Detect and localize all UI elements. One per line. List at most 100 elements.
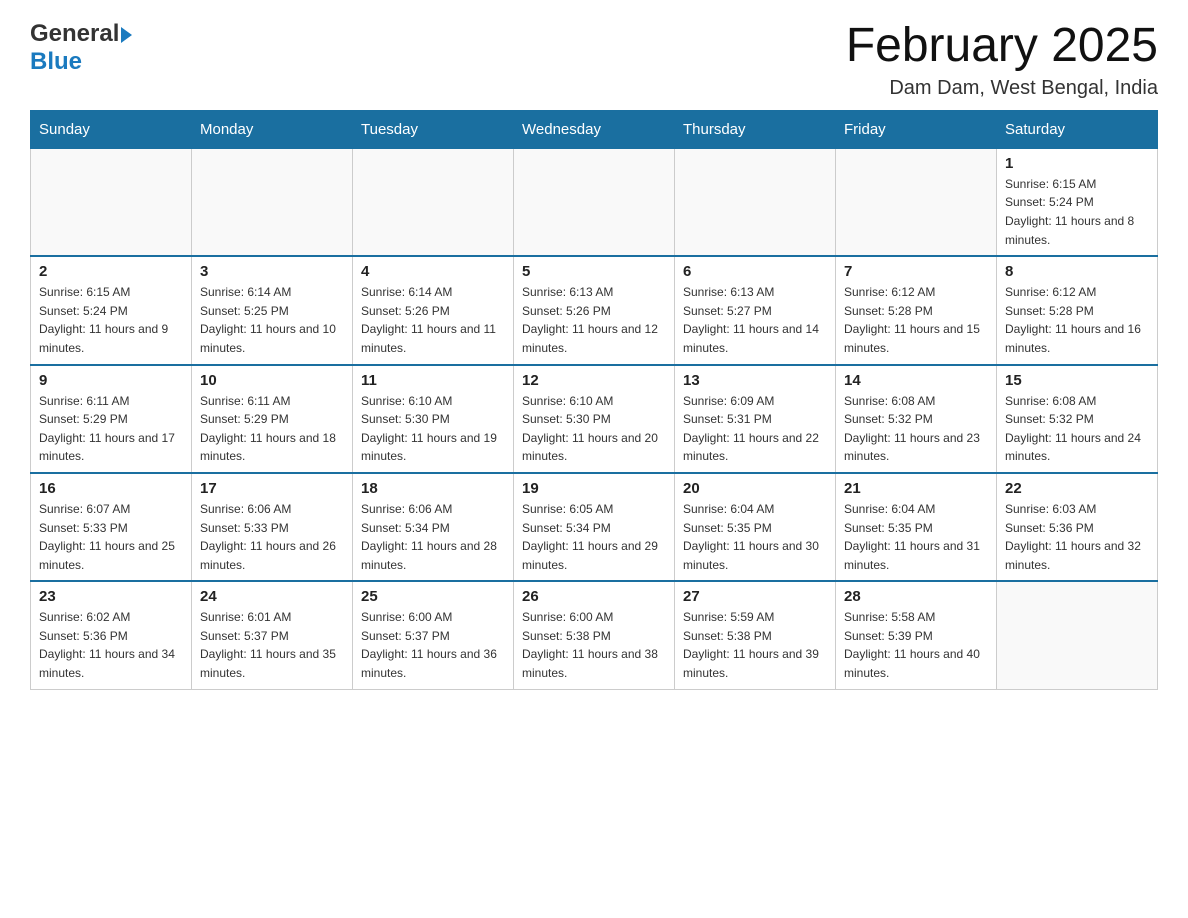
day-number: 2 <box>39 263 183 280</box>
calendar-table: Sunday Monday Tuesday Wednesday Thursday… <box>30 110 1158 690</box>
table-cell: 2 Sunrise: 6:15 AMSunset: 5:24 PMDaylight… <box>31 256 192 364</box>
title-area: February 2025 Dam Dam, West Bengal, Indi… <box>846 20 1158 100</box>
day-info: Sunrise: 6:04 AMSunset: 5:35 PMDaylight:… <box>844 500 988 574</box>
day-number: 12 <box>522 372 666 389</box>
table-cell <box>353 148 514 256</box>
table-cell: 19 Sunrise: 6:05 AMSunset: 5:34 PMDayligh… <box>514 473 675 581</box>
day-number: 27 <box>683 588 827 605</box>
header-saturday: Saturday <box>997 110 1158 148</box>
table-cell: 24 Sunrise: 6:01 AMSunset: 5:37 PMDayligh… <box>192 581 353 689</box>
day-info: Sunrise: 6:15 AMSunset: 5:24 PMDaylight:… <box>1005 175 1149 249</box>
day-info: Sunrise: 6:07 AMSunset: 5:33 PMDaylight:… <box>39 500 183 574</box>
day-info: Sunrise: 6:01 AMSunset: 5:37 PMDaylight:… <box>200 608 344 682</box>
day-info: Sunrise: 6:14 AMSunset: 5:25 PMDaylight:… <box>200 283 344 357</box>
day-number: 24 <box>200 588 344 605</box>
table-cell: 11 Sunrise: 6:10 AMSunset: 5:30 PMDayligh… <box>353 365 514 473</box>
header-thursday: Thursday <box>675 110 836 148</box>
table-cell <box>675 148 836 256</box>
logo-general-text: General <box>30 20 119 48</box>
day-info: Sunrise: 6:13 AMSunset: 5:26 PMDaylight:… <box>522 283 666 357</box>
day-number: 13 <box>683 372 827 389</box>
table-cell: 23 Sunrise: 6:02 AMSunset: 5:36 PMDayligh… <box>31 581 192 689</box>
table-cell: 22Sunrise: 6:03 AMSunset: 5:36 PMDayligh… <box>997 473 1158 581</box>
table-cell: 15 Sunrise: 6:08 AMSunset: 5:32 PMDayligh… <box>997 365 1158 473</box>
day-number: 8 <box>1005 263 1149 280</box>
week-row-5: 23 Sunrise: 6:02 AMSunset: 5:36 PMDayligh… <box>31 581 1158 689</box>
table-cell: 14Sunrise: 6:08 AMSunset: 5:32 PMDayligh… <box>836 365 997 473</box>
day-number: 19 <box>522 480 666 497</box>
table-cell <box>997 581 1158 689</box>
day-number: 9 <box>39 372 183 389</box>
header-tuesday: Tuesday <box>353 110 514 148</box>
table-cell: 1Sunrise: 6:15 AMSunset: 5:24 PMDaylight… <box>997 148 1158 256</box>
day-info: Sunrise: 6:06 AMSunset: 5:34 PMDaylight:… <box>361 500 505 574</box>
day-number: 10 <box>200 372 344 389</box>
day-number: 16 <box>39 480 183 497</box>
day-number: 4 <box>361 263 505 280</box>
day-info: Sunrise: 6:00 AMSunset: 5:38 PMDaylight:… <box>522 608 666 682</box>
day-info: Sunrise: 6:11 AMSunset: 5:29 PMDaylight:… <box>200 392 344 466</box>
day-info: Sunrise: 6:15 AMSunset: 5:24 PMDaylight:… <box>39 283 183 357</box>
day-info: Sunrise: 6:04 AMSunset: 5:35 PMDaylight:… <box>683 500 827 574</box>
day-number: 26 <box>522 588 666 605</box>
day-info: Sunrise: 6:11 AMSunset: 5:29 PMDaylight:… <box>39 392 183 466</box>
table-cell <box>514 148 675 256</box>
weekday-header-row: Sunday Monday Tuesday Wednesday Thursday… <box>31 110 1158 148</box>
day-info: Sunrise: 6:12 AMSunset: 5:28 PMDaylight:… <box>1005 283 1149 357</box>
week-row-1: 1Sunrise: 6:15 AMSunset: 5:24 PMDaylight… <box>31 148 1158 256</box>
week-row-2: 2 Sunrise: 6:15 AMSunset: 5:24 PMDaylight… <box>31 256 1158 364</box>
day-info: Sunrise: 6:10 AMSunset: 5:30 PMDaylight:… <box>522 392 666 466</box>
table-cell: 28 Sunrise: 5:58 AMSunset: 5:39 PMDayligh… <box>836 581 997 689</box>
day-number: 23 <box>39 588 183 605</box>
day-number: 11 <box>361 372 505 389</box>
day-number: 3 <box>200 263 344 280</box>
header-sunday: Sunday <box>31 110 192 148</box>
logo-arrow-icon <box>121 27 132 43</box>
day-info: Sunrise: 6:14 AMSunset: 5:26 PMDaylight:… <box>361 283 505 357</box>
logo: General Blue <box>30 20 132 76</box>
table-cell: 26 Sunrise: 6:00 AMSunset: 5:38 PMDayligh… <box>514 581 675 689</box>
table-cell: 20 Sunrise: 6:04 AMSunset: 5:35 PMDayligh… <box>675 473 836 581</box>
header-monday: Monday <box>192 110 353 148</box>
table-cell: 25 Sunrise: 6:00 AMSunset: 5:37 PMDayligh… <box>353 581 514 689</box>
header-friday: Friday <box>836 110 997 148</box>
table-cell <box>192 148 353 256</box>
day-number: 28 <box>844 588 988 605</box>
table-cell: 13 Sunrise: 6:09 AMSunset: 5:31 PMDayligh… <box>675 365 836 473</box>
day-info: Sunrise: 6:08 AMSunset: 5:32 PMDaylight:… <box>1005 392 1149 466</box>
day-info: Sunrise: 6:05 AMSunset: 5:34 PMDaylight:… <box>522 500 666 574</box>
day-info: Sunrise: 6:00 AMSunset: 5:37 PMDaylight:… <box>361 608 505 682</box>
table-cell: 4 Sunrise: 6:14 AMSunset: 5:26 PMDaylight… <box>353 256 514 364</box>
day-number: 15 <box>1005 372 1149 389</box>
table-cell: 17 Sunrise: 6:06 AMSunset: 5:33 PMDayligh… <box>192 473 353 581</box>
day-number: 17 <box>200 480 344 497</box>
table-cell: 27Sunrise: 5:59 AMSunset: 5:38 PMDayligh… <box>675 581 836 689</box>
table-cell: 7Sunrise: 6:12 AMSunset: 5:28 PMDaylight… <box>836 256 997 364</box>
table-cell: 12 Sunrise: 6:10 AMSunset: 5:30 PMDayligh… <box>514 365 675 473</box>
day-number: 18 <box>361 480 505 497</box>
day-number: 6 <box>683 263 827 280</box>
week-row-4: 16 Sunrise: 6:07 AMSunset: 5:33 PMDayligh… <box>31 473 1158 581</box>
location-title: Dam Dam, West Bengal, India <box>846 77 1158 100</box>
table-cell: 18 Sunrise: 6:06 AMSunset: 5:34 PMDayligh… <box>353 473 514 581</box>
table-cell: 9 Sunrise: 6:11 AMSunset: 5:29 PMDaylight… <box>31 365 192 473</box>
day-info: Sunrise: 5:58 AMSunset: 5:39 PMDaylight:… <box>844 608 988 682</box>
day-number: 25 <box>361 588 505 605</box>
logo-blue-text: Blue <box>30 48 82 75</box>
table-cell: 6 Sunrise: 6:13 AMSunset: 5:27 PMDaylight… <box>675 256 836 364</box>
table-cell: 5 Sunrise: 6:13 AMSunset: 5:26 PMDaylight… <box>514 256 675 364</box>
day-number: 20 <box>683 480 827 497</box>
table-cell: 16 Sunrise: 6:07 AMSunset: 5:33 PMDayligh… <box>31 473 192 581</box>
header-wednesday: Wednesday <box>514 110 675 148</box>
day-info: Sunrise: 6:10 AMSunset: 5:30 PMDaylight:… <box>361 392 505 466</box>
day-info: Sunrise: 6:02 AMSunset: 5:36 PMDaylight:… <box>39 608 183 682</box>
table-cell <box>31 148 192 256</box>
day-number: 7 <box>844 263 988 280</box>
day-number: 5 <box>522 263 666 280</box>
day-number: 22 <box>1005 480 1149 497</box>
month-title: February 2025 <box>846 20 1158 73</box>
day-info: Sunrise: 6:13 AMSunset: 5:27 PMDaylight:… <box>683 283 827 357</box>
day-number: 21 <box>844 480 988 497</box>
day-info: Sunrise: 6:06 AMSunset: 5:33 PMDaylight:… <box>200 500 344 574</box>
day-info: Sunrise: 6:09 AMSunset: 5:31 PMDaylight:… <box>683 392 827 466</box>
